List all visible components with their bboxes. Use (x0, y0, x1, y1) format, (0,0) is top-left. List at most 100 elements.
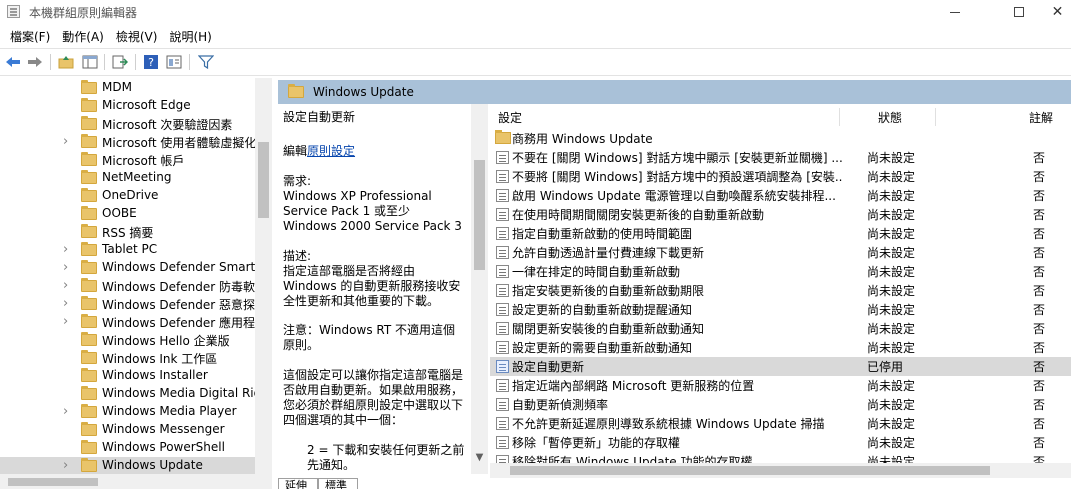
group-policy-editor-window: 本機群組原則編輯器 ✕ 檔案(F) 動作(A) 檢視(V) 說明(H) ? MD… (0, 0, 1071, 489)
tree-item[interactable]: Microsoft Edge (0, 97, 255, 115)
tree-item[interactable]: OOBE (0, 205, 255, 223)
tree-item[interactable]: MDM (0, 79, 255, 97)
column-setting[interactable]: 設定 (498, 109, 522, 126)
scroll-down-icon[interactable]: ▼ (474, 452, 485, 463)
tree-item[interactable]: Microsoft 帳戶 (0, 151, 255, 169)
folder-icon (495, 130, 511, 144)
tree-vertical-scroll-thumb[interactable] (258, 142, 269, 218)
chevron-right-icon[interactable]: › (63, 279, 73, 292)
tree-item[interactable]: RSS 摘要 (0, 223, 255, 241)
column-state[interactable]: 狀態 (878, 109, 902, 126)
menu-view[interactable]: 檢視(V) (106, 26, 158, 46)
setting-state: 已停用 (867, 360, 904, 374)
policy-row[interactable]: 不要在 [關閉 Windows] 對話方塊中顯示 [安裝更新並關機] ... 尚未… (490, 148, 1071, 167)
policy-row[interactable]: 指定自動重新啟動的使用時間範圍 尚未設定 否 (490, 224, 1071, 243)
tree-item[interactable]: NetMeeting (0, 169, 255, 187)
tree-item[interactable]: › Windows Defender 防毒軟體 (0, 277, 255, 295)
setting-comment: 否 (1033, 398, 1046, 412)
list-horizontal-scroll-thumb[interactable] (510, 466, 990, 475)
chevron-right-icon[interactable]: › (63, 315, 73, 328)
column-comment[interactable]: 註解 (1029, 109, 1053, 126)
tree-item[interactable]: › Windows Media Player (0, 403, 255, 421)
back-arrow-icon[interactable] (4, 53, 22, 71)
folder-icon (81, 332, 97, 346)
tab-standard[interactable]: 標準 (318, 478, 358, 489)
maximize-icon (1014, 7, 1024, 17)
tree-item[interactable]: › Windows Defender 惡意探索 (0, 295, 255, 313)
policy-row[interactable]: 在使用時間期間關閉安裝更新後的自動重新啟動 尚未設定 否 (490, 205, 1071, 224)
chevron-right-icon[interactable]: › (63, 459, 73, 472)
policy-row[interactable]: 移除「暫停更新」功能的存取權 尚未設定 否 (490, 433, 1071, 452)
menu-help[interactable]: 說明(H) (159, 26, 211, 46)
policy-row[interactable]: 自動更新偵測頻率 尚未設定 否 (490, 395, 1071, 414)
tree-item[interactable]: Windows PowerShell (0, 439, 255, 457)
help-icon[interactable]: ? (142, 53, 160, 71)
policy-row[interactable]: 指定安裝更新後的自動重新啟動期限 尚未設定 否 (490, 281, 1071, 300)
tree-item[interactable]: Windows Hello 企業版 (0, 331, 255, 349)
setting-comment: 否 (1033, 151, 1046, 165)
policy-row[interactable]: 啟用 Windows Update 電源管理以自動喚醒系統安裝排程... 尚未設定… (490, 186, 1071, 205)
tree-item[interactable]: › Microsoft 使用者體驗虛擬化 (0, 133, 255, 151)
up-folder-icon[interactable] (57, 53, 75, 71)
properties-icon[interactable] (165, 53, 183, 71)
tree-horizontal-scroll-thumb[interactable] (8, 478, 98, 486)
setting-comment: 否 (1033, 246, 1046, 260)
show-hide-tree-icon[interactable] (81, 53, 99, 71)
setting-comment: 否 (1033, 227, 1046, 241)
setting-state: 尚未設定 (867, 170, 916, 184)
export-list-icon[interactable] (111, 53, 129, 71)
tree-item[interactable]: Windows Ink 工作區 (0, 349, 255, 367)
chevron-right-icon[interactable]: › (63, 405, 73, 418)
folder-icon (81, 350, 97, 364)
chevron-right-icon[interactable]: › (63, 243, 73, 256)
tree-item[interactable]: › Windows Update (0, 457, 255, 475)
tree-item-label: Microsoft 次要驗證因素 (102, 118, 233, 132)
close-icon: ✕ (1051, 4, 1064, 20)
list-folder-row[interactable]: 商務用 Windows Update (490, 129, 1071, 148)
policy-row[interactable]: 指定近端內部網路 Microsoft 更新服務的位置 尚未設定 否 (490, 376, 1071, 395)
chevron-right-icon[interactable]: › (63, 135, 73, 148)
forward-arrow-icon[interactable] (26, 53, 44, 71)
policy-row[interactable]: 不允許更新延遲原則導致系統根據 Windows Update 掃描 尚未設定 否 (490, 414, 1071, 433)
setting-comment: 否 (1033, 322, 1046, 336)
minimize-button[interactable] (932, 0, 978, 24)
close-button[interactable]: ✕ (1044, 0, 1071, 24)
policy-row[interactable]: 不要將 [關閉 Windows] 對話方塊中的預設選項調整為 [安裝... 尚未設… (490, 167, 1071, 186)
column-divider[interactable] (935, 108, 936, 126)
chevron-right-icon[interactable]: › (63, 297, 73, 310)
policy-setting-icon (496, 341, 509, 354)
tree-item-label: Windows Defender SmartScreen (102, 260, 255, 274)
setting-comment: 否 (1033, 436, 1046, 450)
tree-item-label: Microsoft 使用者體驗虛擬化 (102, 136, 255, 150)
menu-action[interactable]: 動作(A) (52, 26, 104, 46)
tree-item[interactable]: Windows Media Digital Rights (0, 385, 255, 403)
tree-item[interactable]: Windows Messenger (0, 421, 255, 439)
policy-row[interactable]: 設定自動更新 已停用 否 (490, 357, 1071, 376)
policy-row[interactable]: 一律在排定的時間自動重新啟動 尚未設定 否 (490, 262, 1071, 281)
tab-extended[interactable]: 延伸 (278, 478, 318, 489)
setting-state: 尚未設定 (867, 246, 916, 260)
tree-item[interactable]: › Tablet PC (0, 241, 255, 259)
filter-icon[interactable] (197, 53, 215, 71)
tree-item[interactable]: › Windows Defender SmartScreen (0, 259, 255, 277)
tree-item[interactable]: › Windows Defender 應用程式 (0, 313, 255, 331)
window-title: 本機群組原則編輯器 (29, 6, 138, 20)
tree-item[interactable]: Microsoft 次要驗證因素 (0, 115, 255, 133)
maximize-button[interactable] (996, 0, 1042, 24)
tree-item-label: Windows PowerShell (102, 440, 225, 454)
note-text: 注意：Windows RT 不適用這個原則。 (283, 323, 455, 352)
policy-row[interactable]: 設定更新的需要自動重新啟動通知 尚未設定 否 (490, 338, 1071, 357)
column-divider[interactable] (839, 108, 840, 126)
policy-row[interactable]: 允許自動透過計量付費連線下載更新 尚未設定 否 (490, 243, 1071, 262)
edit-policy-link[interactable]: 原則設定 (307, 144, 355, 158)
policy-row[interactable]: 設定更新的自動重新啟動提醒通知 尚未設定 否 (490, 300, 1071, 319)
folder-icon (81, 188, 97, 202)
tree-vertical-scrollbar[interactable] (255, 78, 272, 474)
description-scroll-thumb[interactable] (474, 160, 485, 270)
tree-item[interactable]: Windows Installer (0, 367, 255, 385)
menu-file[interactable]: 檔案(F) (0, 26, 50, 46)
tree-item[interactable]: OneDrive (0, 187, 255, 205)
toolbar-separator (135, 54, 136, 70)
chevron-right-icon[interactable]: › (63, 261, 73, 274)
policy-row[interactable]: 關閉更新安裝後的自動重新啟動通知 尚未設定 否 (490, 319, 1071, 338)
